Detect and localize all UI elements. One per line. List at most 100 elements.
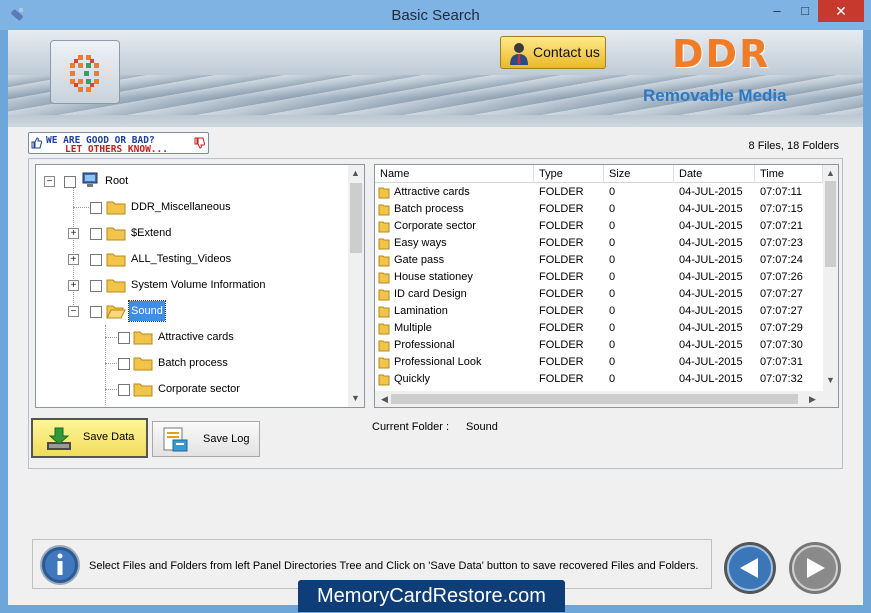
save-data-button[interactable]: Save Data <box>31 418 148 458</box>
list-header: Name Type Size Date Time <box>375 165 823 183</box>
scroll-up-arrow-icon[interactable]: ▲ <box>348 168 363 178</box>
table-row[interactable]: Multiple FOLDER 0 04-JUL-2015 07:07:29 <box>375 320 823 337</box>
feedback-line-2: LET OTHERS KNOW... <box>65 144 168 155</box>
tree-checkbox[interactable] <box>90 228 102 240</box>
tree-node-label: $Extend <box>131 227 172 239</box>
column-header-date[interactable]: Date <box>674 165 755 183</box>
cell-name: Attractive cards <box>394 186 470 198</box>
scroll-down-arrow-icon[interactable]: ▼ <box>823 375 838 385</box>
minimize-button[interactable]: – <box>764 0 790 22</box>
scroll-thumb[interactable] <box>391 394 798 404</box>
expand-icon[interactable]: + <box>68 280 79 291</box>
cell-type: FOLDER <box>539 322 584 334</box>
table-row[interactable]: Corporate sector FOLDER 0 04-JUL-2015 07:07:… <box>375 218 823 235</box>
directory-tree[interactable]: − Root DDR_Miscellaneous + $Extend + ALL… <box>35 164 365 408</box>
contact-us-button[interactable]: Contact us <box>500 36 606 69</box>
tree-node-root[interactable]: − Root <box>36 171 346 191</box>
tree-node-label: DDR_Miscellaneous <box>131 201 231 213</box>
table-row[interactable]: House stationey FOLDER 0 04-JUL-2015 07:07:2… <box>375 269 823 286</box>
tree-node[interactable]: + System Volume Information <box>36 275 346 295</box>
scroll-right-arrow-icon[interactable]: ▶ <box>805 394 820 405</box>
save-log-button[interactable]: Save Log <box>152 421 260 457</box>
tree-node[interactable]: Attractive cards <box>36 327 346 347</box>
column-header-time[interactable]: Time <box>755 165 823 183</box>
scroll-up-arrow-icon[interactable]: ▲ <box>823 168 838 178</box>
close-button[interactable]: ✕ <box>818 0 864 22</box>
file-list[interactable]: Name Type Size Date Time Attractive card… <box>374 164 839 408</box>
back-button[interactable] <box>722 540 778 596</box>
cell-time: 07:07:27 <box>760 305 803 317</box>
tree-scrollbar[interactable]: ▲ ▼ <box>348 165 364 407</box>
cell-type: FOLDER <box>539 203 584 215</box>
cell-name: Professional <box>394 339 455 351</box>
tree-checkbox[interactable] <box>118 384 130 396</box>
scroll-left-arrow-icon[interactable]: ◀ <box>377 394 392 405</box>
current-folder-value: Sound <box>466 421 498 433</box>
tree-node-label: System Volume Information <box>131 279 266 291</box>
table-row[interactable]: Professional FOLDER 0 04-JUL-2015 07:07:30 <box>375 337 823 354</box>
table-row[interactable]: Attractive cards FOLDER 0 04-JUL-2015 07:07:… <box>375 184 823 201</box>
tree-node[interactable]: DDR_Miscellaneous <box>36 197 346 217</box>
cell-name: Batch process <box>394 203 464 215</box>
list-horizontal-scrollbar[interactable]: ◀ ▶ <box>375 391 838 407</box>
table-row[interactable]: Quickly FOLDER 0 04-JUL-2015 07:07:32 <box>375 371 823 388</box>
tree-node[interactable]: + $Extend <box>36 223 346 243</box>
list-vertical-scrollbar[interactable]: ▲ ▼ <box>823 165 838 391</box>
cell-name: Lamination <box>394 305 448 317</box>
cell-time: 07:07:29 <box>760 322 803 334</box>
table-row[interactable]: Gate pass FOLDER 0 04-JUL-2015 07:07:24 <box>375 252 823 269</box>
maximize-button[interactable]: □ <box>792 0 818 22</box>
scroll-thumb[interactable] <box>825 181 836 267</box>
tree-node[interactable]: Batch process <box>36 353 346 373</box>
collapse-icon[interactable]: − <box>44 176 55 187</box>
logo-icon <box>70 55 99 92</box>
cell-time: 07:07:30 <box>760 339 803 351</box>
column-header-size[interactable]: Size <box>604 165 674 183</box>
folder-icon <box>378 340 390 352</box>
cell-name: Gate pass <box>394 254 445 266</box>
cell-name: ID card Design <box>394 288 467 300</box>
cell-name: House stationey <box>394 271 473 283</box>
window-title: Basic Search <box>391 7 480 24</box>
table-row[interactable]: Professional Look FOLDER 0 04-JUL-2015 07:07… <box>375 354 823 371</box>
table-row[interactable]: ID card Design FOLDER 0 04-JUL-2015 07:07:27 <box>375 286 823 303</box>
cell-date: 04-JUL-2015 <box>679 322 743 334</box>
cell-date: 04-JUL-2015 <box>679 203 743 215</box>
cell-time: 07:07:21 <box>760 220 803 232</box>
tree-checkbox[interactable] <box>90 254 102 266</box>
tree-checkbox[interactable] <box>90 280 102 292</box>
cell-time: 07:07:26 <box>760 271 803 283</box>
file-folder-count: 8 Files, 18 Folders <box>748 140 839 152</box>
tree-checkbox[interactable] <box>118 358 130 370</box>
tree-node-selected[interactable]: − Sound <box>36 300 346 322</box>
folder-icon <box>378 306 390 318</box>
scroll-down-arrow-icon[interactable]: ▼ <box>348 393 363 403</box>
tree-checkbox[interactable] <box>90 202 102 214</box>
table-row[interactable]: Easy ways FOLDER 0 04-JUL-2015 07:07:23 <box>375 235 823 252</box>
table-row[interactable]: Batch process FOLDER 0 04-JUL-2015 07:07:15 <box>375 201 823 218</box>
tree-node[interactable]: + ALL_Testing_Videos <box>36 249 346 269</box>
scroll-thumb[interactable] <box>350 183 362 253</box>
folder-icon <box>378 204 390 216</box>
expand-icon[interactable]: + <box>68 254 79 265</box>
tree-node-label: Sound <box>128 300 166 322</box>
cell-name: Corporate sector <box>394 220 476 232</box>
client-area: Contact us DDR Removable Media WE ARE GO… <box>8 30 863 612</box>
table-row[interactable]: Lamination FOLDER 0 04-JUL-2015 07:07:27 <box>375 303 823 320</box>
cell-date: 04-JUL-2015 <box>679 237 743 249</box>
cell-size: 0 <box>609 220 616 232</box>
next-button[interactable] <box>787 540 843 596</box>
expand-icon[interactable]: + <box>68 228 79 239</box>
info-icon <box>40 545 80 585</box>
cell-size: 0 <box>609 373 616 385</box>
column-header-type[interactable]: Type <box>534 165 604 183</box>
feedback-banner[interactable]: WE ARE GOOD OR BAD? LET OTHERS KNOW... <box>28 132 209 155</box>
tree-checkbox[interactable] <box>64 176 76 188</box>
tree-checkbox[interactable] <box>90 306 102 318</box>
brand-tagline: Removable Media <box>643 86 787 105</box>
brand-logo-text: DDR <box>672 32 771 76</box>
tree-checkbox[interactable] <box>118 332 130 344</box>
collapse-icon[interactable]: − <box>68 306 79 317</box>
tree-node[interactable]: Corporate sector <box>36 379 346 399</box>
column-header-name[interactable]: Name <box>375 165 534 183</box>
